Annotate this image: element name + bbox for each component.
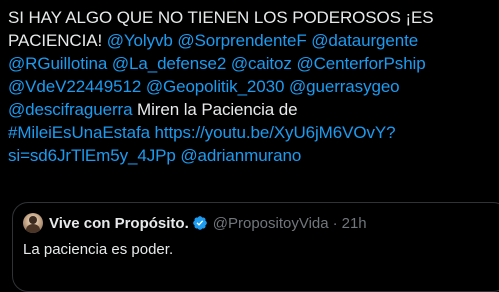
url-link[interactable]: si=sd6JrTlEm5y_4JPp [8,146,176,165]
mention-link[interactable]: @dataurgente [311,31,418,50]
quoted-tweet-card[interactable]: Vive con Propósito. @PropositoyVida · 21… [12,202,499,292]
quoted-tweet-header: Vive con Propósito. @PropositoyVida · 21… [23,213,367,233]
tweet-text-line: @VdeV22449512 @Geopolitik_2030 @guerrasy… [8,75,499,98]
separator-dot: · [332,214,338,232]
mention-link[interactable]: @Yolyvb [107,31,173,50]
mention-link[interactable]: @caitoz [231,54,292,73]
tweet-text-line: @RGuillotina @La_defense2 @caitoz @Cente… [8,52,499,75]
tweet-text-line: PACIENCIA! @Yolyvb @SorprendenteF @datau… [8,29,499,52]
avatar[interactable] [23,213,43,233]
mention-link[interactable]: @descifraguerra [8,100,133,119]
tweet-text-segment: PACIENCIA! [8,31,107,50]
hashtag-link[interactable]: #MileiEsUnaEstafa [8,123,150,142]
mention-link[interactable]: @VdeV22449512 [8,77,141,96]
mention-link[interactable]: @Geopolitik_2030 [146,77,285,96]
quoted-handle[interactable]: @PropositoyVida [213,215,329,232]
url-link[interactable]: https://youtu.be/XyU6jM6VOvY? [155,123,396,142]
mention-link[interactable]: @SorprendenteF [177,31,306,50]
mention-link[interactable]: @guerrasygeo [289,77,400,96]
tweet-text-segment: SI HAY ALGO QUE NO TIENEN LOS PODEROSOS … [8,8,434,27]
mention-link[interactable]: @RGuillotina [8,54,107,73]
tweet-text-line: si=sd6JrTlEm5y_4JPp @adrianmurano [8,144,499,167]
mention-link[interactable]: @CenterforPship [296,54,425,73]
tweet-text-segment: Miren la Paciencia de [132,100,298,119]
quoted-timestamp[interactable]: 21h [342,215,367,232]
quoted-tweet-body: La paciencia es poder. [23,241,174,258]
tweet-text-line: SI HAY ALGO QUE NO TIENEN LOS PODEROSOS … [8,6,499,29]
tweet-text-line: @descifraguerra Miren la Paciencia de [8,98,499,121]
tweet-text: SI HAY ALGO QUE NO TIENEN LOS PODEROSOS … [8,6,499,167]
mention-link[interactable]: @adrianmurano [180,146,301,165]
tweet-text-line: #MileiEsUnaEstafa https://youtu.be/XyU6j… [8,121,499,144]
verified-badge-icon [192,216,207,230]
mention-link[interactable]: @La_defense2 [112,54,226,73]
quoted-display-name[interactable]: Vive con Propósito. [49,215,189,232]
